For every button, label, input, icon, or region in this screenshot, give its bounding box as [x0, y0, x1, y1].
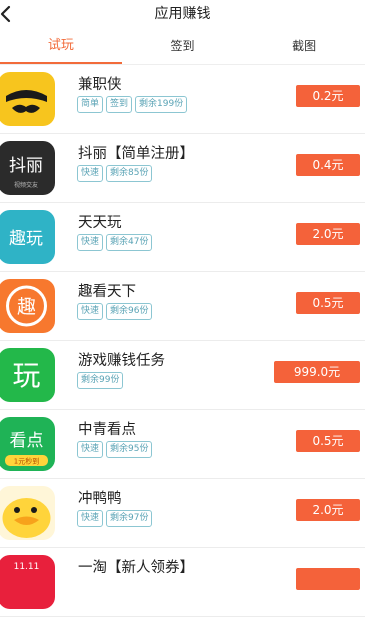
app-name: 天天玩 [78, 215, 122, 231]
page-title: 应用赚钱 [154, 6, 211, 22]
tag-group: 剩余99份 [77, 372, 124, 389]
tag: 签到 [106, 96, 133, 113]
app-name: 兼职侠 [78, 77, 122, 93]
list-item[interactable]: 玩 游戏赚钱任务 剩余99份 999.0元 [0, 341, 365, 410]
icon-text: 抖丽 [9, 156, 43, 176]
list-item[interactable]: 看点 1元秒到 中青看点 快速 剩余95份 0.5元 [0, 410, 365, 479]
reward-button[interactable]: 0.4元 [296, 154, 360, 176]
list-item[interactable]: 11.11 一淘【新人领券】 [0, 548, 365, 617]
tag: 剩余99份 [77, 372, 124, 389]
list-item[interactable]: 抖丽 视频交友 抖丽【简单注册】 快速 剩余85份 0.4元 [0, 134, 365, 203]
tag: 快速 [77, 165, 104, 182]
icon-text: 看点 [10, 431, 44, 451]
icon-subtext: 视频交友 [14, 181, 38, 189]
app-name: 抖丽【简单注册】 [78, 146, 194, 162]
tag-group: 快速 剩余96份 [77, 303, 153, 320]
tab-checkin[interactable]: 签到 [122, 30, 244, 64]
icon-text: 趣 [17, 296, 36, 318]
tag-group: 快速 剩余95份 [77, 441, 153, 458]
list-item[interactable]: 趣 趣看天下 快速 剩余96份 0.5元 [0, 272, 365, 341]
tag: 快速 [77, 234, 104, 251]
wan-logo-icon: 玩 [0, 348, 55, 402]
list-item[interactable]: 冲鸭鸭 快速 剩余97份 2.0元 [0, 479, 365, 548]
icon-text: 11.11 [14, 562, 40, 572]
tag: 快速 [77, 303, 104, 320]
list-item[interactable]: 趣玩 天天玩 快速 剩余47份 2.0元 [0, 203, 365, 272]
app-name: 冲鸭鸭 [78, 491, 122, 507]
tag: 剩余47份 [106, 234, 153, 251]
icon-subtext: 1元秒到 [14, 457, 39, 466]
yitao-logo-icon: 11.11 [0, 555, 55, 609]
tag-group: 快速 剩余97份 [77, 510, 153, 527]
tag: 剩余95份 [106, 441, 153, 458]
reward-button[interactable]: 0.5元 [296, 430, 360, 452]
app-name: 游戏赚钱任务 [78, 353, 165, 369]
tag: 剩余85份 [106, 165, 153, 182]
tag: 快速 [77, 510, 104, 527]
icon-text: 趣玩 [9, 229, 43, 249]
kandian-logo-icon: 看点 1元秒到 [0, 417, 55, 471]
active-tab-indicator [0, 62, 122, 64]
tag: 剩余199份 [135, 96, 188, 113]
app-task-list: 兼职侠 简单 签到 剩余199份 0.2元 抖丽 视频交友 抖丽【简单注册】 快… [0, 65, 365, 617]
tag-group: 快速 剩余85份 [77, 165, 153, 182]
tag-group: 简单 签到 剩余199份 [77, 96, 188, 113]
tag: 剩余97份 [106, 510, 153, 527]
reward-button[interactable]: 0.5元 [296, 292, 360, 314]
app-name: 趣看天下 [78, 284, 136, 300]
reward-button[interactable]: 2.0元 [296, 223, 360, 245]
app-name: 一淘【新人领券】 [78, 560, 194, 576]
qu-kan-logo-icon: 趣 [0, 279, 55, 333]
top-bar: 应用赚钱 [0, 0, 365, 30]
reward-button[interactable]: 0.2元 [296, 85, 360, 107]
mustache-face-icon [0, 72, 55, 126]
app-name: 中青看点 [78, 422, 136, 438]
qu-wan-logo-icon: 趣玩 [0, 210, 55, 264]
tag: 简单 [77, 96, 104, 113]
douli-logo-icon: 抖丽 视频交友 [0, 141, 55, 195]
tab-trial[interactable]: 试玩 [0, 30, 122, 64]
reward-button[interactable] [296, 568, 360, 590]
tag-group: 快速 剩余47份 [77, 234, 153, 251]
duck-icon [0, 486, 55, 540]
tag: 剩余96份 [106, 303, 153, 320]
reward-button[interactable]: 999.0元 [274, 361, 360, 383]
list-item[interactable]: 兼职侠 简单 签到 剩余199份 0.2元 [0, 65, 365, 134]
tab-bar: 试玩 签到 截图 [0, 30, 365, 65]
tab-screenshot[interactable]: 截图 [243, 30, 365, 64]
tag: 快速 [77, 441, 104, 458]
reward-button[interactable]: 2.0元 [296, 499, 360, 521]
icon-text: 玩 [12, 359, 40, 392]
